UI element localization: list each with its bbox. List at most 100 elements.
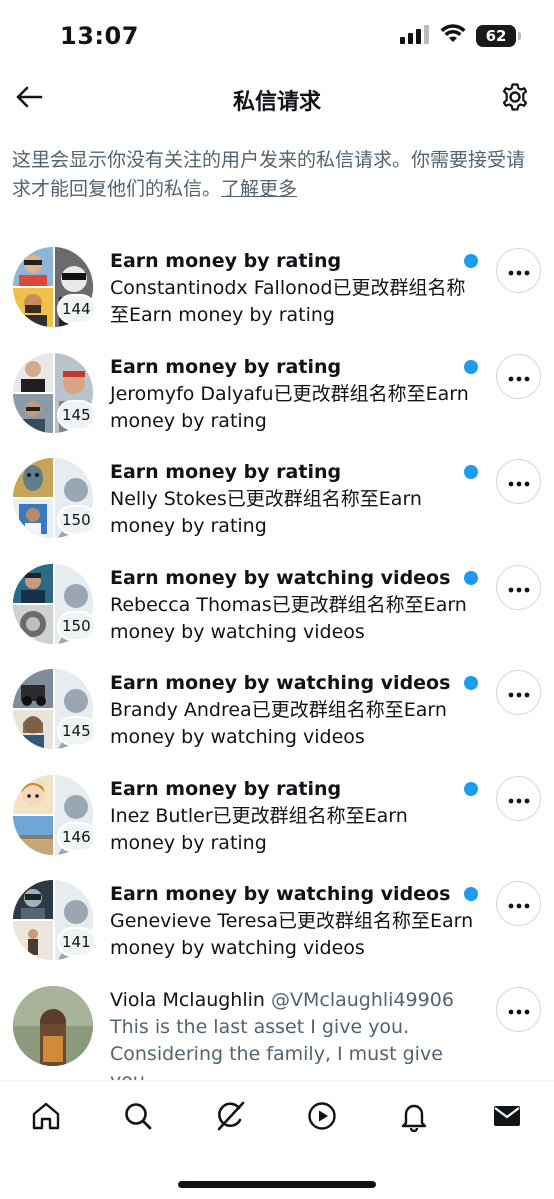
more-options-button[interactable] xyxy=(496,670,541,715)
nav-notifications[interactable] xyxy=(391,1095,437,1141)
more-dots-icon xyxy=(508,472,530,491)
request-row[interactable]: 145 Earn money by watching videos Brandy… xyxy=(0,658,554,764)
sender-handle: @VMclaughli49906 xyxy=(271,988,454,1011)
bottom-nav xyxy=(0,1080,554,1199)
last-message: Rebecca Thomas已更改群组名称至Earn money by watc… xyxy=(110,593,467,643)
more-dots-icon xyxy=(508,1000,530,1019)
more-options-button[interactable] xyxy=(496,459,541,504)
video-icon xyxy=(306,1100,338,1136)
nav-grok[interactable] xyxy=(207,1095,253,1141)
grok-icon xyxy=(213,1099,247,1137)
last-message: Genevieve Teresa已更改群组名称至Earn money by wa… xyxy=(110,910,474,959)
wifi-icon xyxy=(440,24,466,48)
group-name: Earn money by watching videos xyxy=(110,672,451,694)
more-dots-icon xyxy=(508,683,530,702)
more-options-button[interactable] xyxy=(496,775,541,821)
request-text: Earn money by rating Constantinodx Fallo… xyxy=(110,248,475,329)
nav-video[interactable] xyxy=(299,1095,345,1141)
member-avatar xyxy=(13,563,53,604)
more-dots-icon xyxy=(508,578,530,597)
member-count-badge: 150 xyxy=(57,505,96,535)
member-avatar xyxy=(13,774,53,815)
member-avatar xyxy=(13,709,53,749)
member-avatar xyxy=(13,458,53,498)
group-name: Earn money by watching videos xyxy=(110,566,451,589)
request-row[interactable]: 150 Earn money by rating Nelly Stokes已更改… xyxy=(0,447,554,553)
sender-name: Viola Mclaughlin xyxy=(110,988,265,1011)
settings-button[interactable] xyxy=(498,82,532,116)
messages-icon xyxy=(491,1100,523,1136)
member-avatar xyxy=(13,498,53,538)
group-name: Earn money by rating xyxy=(110,777,342,800)
last-message: Nelly Stokes已更改群组名称至Earn money by rating xyxy=(110,488,422,537)
unread-dot xyxy=(464,887,478,901)
nav-home[interactable] xyxy=(23,1095,69,1141)
request-row[interactable]: 141 Earn money by watching videos Genevi… xyxy=(0,869,554,975)
home-icon xyxy=(30,1100,62,1136)
more-dots-icon xyxy=(508,894,530,913)
member-avatar xyxy=(13,352,53,393)
more-options-button[interactable] xyxy=(496,353,541,399)
more-options-button[interactable] xyxy=(496,986,541,1032)
member-count-badge: 145 xyxy=(57,399,96,430)
status-time: 13:07 xyxy=(60,22,139,50)
nav-search[interactable] xyxy=(115,1095,161,1141)
request-text: Earn money by rating Inez Butler已更改群组名称至… xyxy=(110,776,475,857)
group-name: Earn money by rating xyxy=(110,250,342,272)
gear-icon xyxy=(500,82,530,116)
unread-dot xyxy=(464,676,478,690)
unread-dot xyxy=(464,781,478,796)
member-count-badge: 145 xyxy=(57,716,96,746)
member-count-badge: 146 xyxy=(57,821,96,852)
request-text: Earn money by watching videos Rebecca Th… xyxy=(110,565,475,646)
last-message: Inez Butler已更改群组名称至Earn money by rating xyxy=(110,804,408,854)
member-avatar xyxy=(13,392,53,433)
more-options-button[interactable] xyxy=(496,248,541,293)
more-options-button[interactable] xyxy=(496,881,541,926)
request-row[interactable]: 145 Earn money by rating Jeromyfo Dalyaf… xyxy=(0,342,554,448)
battery-indicator: 62 xyxy=(476,25,521,47)
request-row[interactable]: 146 Earn money by rating Inez Butler已更改群… xyxy=(0,764,554,870)
member-count-badge: 141 xyxy=(57,927,96,957)
last-message: Constantinodx Fallonod已更改群组名称至Earn money… xyxy=(110,277,466,326)
status-indicators: 62 xyxy=(400,24,521,48)
unread-dot xyxy=(464,570,478,585)
member-avatar xyxy=(13,880,53,920)
last-message: Brandy Andrea已更改群组名称至Earn money by watch… xyxy=(110,699,447,748)
request-text: Earn money by watching videos Brandy And… xyxy=(110,670,475,751)
request-row[interactable]: Viola Mclaughlin @VMclaughli49906 This i… xyxy=(0,975,554,1092)
back-button[interactable] xyxy=(12,82,46,116)
more-options-button[interactable] xyxy=(496,564,541,610)
group-name: Earn money by rating xyxy=(110,355,342,378)
info-text: 这里会显示你没有关注的用户发来的私信请求。你需要接受请求才能回复他们的私信。了解… xyxy=(12,146,534,204)
request-text: Viola Mclaughlin @VMclaughli49906 This i… xyxy=(110,987,475,1095)
learn-more-link[interactable]: 了解更多 xyxy=(221,178,297,200)
user-avatar xyxy=(13,985,93,1066)
request-text: Earn money by rating Jeromyfo Dalyafu已更改… xyxy=(110,354,475,435)
unread-dot xyxy=(464,359,478,374)
home-indicator xyxy=(178,1181,376,1188)
nav-messages[interactable] xyxy=(484,1095,530,1141)
member-avatar xyxy=(13,814,53,855)
member-count-badge: 150 xyxy=(57,610,96,641)
member-avatar xyxy=(13,247,53,289)
request-row[interactable]: 150 Earn money by watching videos Rebecc… xyxy=(0,553,554,659)
group-name: Earn money by rating xyxy=(110,461,342,483)
member-avatar xyxy=(13,287,53,327)
unread-dot xyxy=(464,465,478,479)
request-row[interactable]: 144 Earn money by rating Constantinodx F… xyxy=(0,236,554,342)
notifications-icon xyxy=(398,1100,430,1136)
member-avatar xyxy=(13,920,53,960)
group-name: Earn money by watching videos xyxy=(110,883,451,905)
arrow-left-icon xyxy=(15,85,43,113)
more-dots-icon xyxy=(508,367,530,386)
header: 私信请求 xyxy=(0,70,554,128)
request-text: Earn money by rating Nelly Stokes已更改群组名称… xyxy=(110,459,475,540)
more-dots-icon xyxy=(508,261,530,280)
sender-line: Viola Mclaughlin @VMclaughli49906 xyxy=(110,987,475,1014)
member-avatar xyxy=(13,669,53,709)
signal-icon xyxy=(400,24,430,48)
search-icon xyxy=(122,1100,154,1136)
member-avatar xyxy=(13,603,53,644)
request-list: 144 Earn money by rating Constantinodx F… xyxy=(0,236,554,1092)
